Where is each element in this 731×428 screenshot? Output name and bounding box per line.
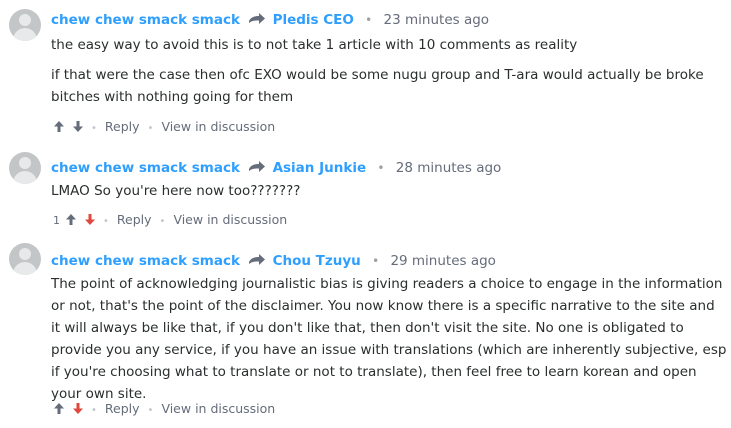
- upvote-arrow-icon[interactable]: [53, 120, 65, 133]
- separator-dot: •: [377, 161, 385, 175]
- comment-paragraph: the easy way to avoid this is to not tak…: [51, 37, 578, 53]
- separator-dot: •: [159, 216, 166, 227]
- downvote-arrow-icon[interactable]: [72, 402, 84, 415]
- author-link[interactable]: chew chew smack smack: [51, 253, 240, 269]
- view-in-discussion-link[interactable]: View in discussion: [173, 212, 287, 227]
- default-avatar-icon[interactable]: [9, 243, 41, 275]
- separator-dot: •: [91, 123, 97, 134]
- separator-dot: •: [91, 405, 97, 416]
- comment: chew chew smack smack Chou Tzuyu • 29 mi…: [0, 235, 731, 428]
- author-link[interactable]: chew chew smack smack: [51, 160, 240, 176]
- upvote-arrow-icon[interactable]: [53, 402, 65, 415]
- comment-body: the easy way to avoid this is to not tak…: [51, 34, 727, 116]
- upvote-arrow-icon[interactable]: [65, 213, 77, 226]
- reply-button[interactable]: Reply: [105, 119, 140, 134]
- comment: chew chew smack smack Pledis CEO • 23 mi…: [0, 0, 731, 145]
- comment: chew chew smack smack Asian Junkie • 28 …: [0, 145, 731, 235]
- comment-paragraph: LMAO So you're here now too???????: [51, 183, 301, 199]
- comment-actions: 1 • Reply • View in discussion: [53, 212, 295, 228]
- vote-count: 1: [53, 214, 60, 227]
- separator-dot: •: [372, 254, 380, 268]
- reply-button[interactable]: Reply: [117, 212, 152, 227]
- reply-to-link[interactable]: Chou Tzuyu: [273, 253, 361, 269]
- comment-actions: • Reply • View in discussion: [53, 119, 283, 135]
- comment-header: chew chew smack smack Asian Junkie • 28 …: [51, 159, 501, 177]
- timestamp-link[interactable]: 29 minutes ago: [390, 253, 496, 269]
- separator-dot: •: [147, 123, 154, 134]
- separator-dot: •: [103, 216, 109, 227]
- reply-to-link[interactable]: Pledis CEO: [273, 12, 354, 28]
- author-link[interactable]: chew chew smack smack: [51, 12, 240, 28]
- reply-arrow-icon: [249, 161, 266, 172]
- downvote-arrow-icon[interactable]: [84, 213, 96, 226]
- comment-body: The point of acknowledging journalistic …: [51, 273, 727, 413]
- reply-arrow-icon: [249, 254, 266, 265]
- comment-header: chew chew smack smack Pledis CEO • 23 mi…: [51, 11, 489, 29]
- default-avatar-icon[interactable]: [9, 9, 41, 41]
- reply-to-link[interactable]: Asian Junkie: [273, 160, 367, 176]
- default-avatar-icon[interactable]: [9, 152, 41, 184]
- reply-arrow-icon: [249, 13, 266, 24]
- comment-paragraph: if that were the case then ofc EXO would…: [51, 67, 704, 105]
- view-in-discussion-link[interactable]: View in discussion: [161, 119, 275, 134]
- separator-dot: •: [365, 13, 373, 27]
- view-in-discussion-link[interactable]: View in discussion: [161, 401, 275, 416]
- timestamp-link[interactable]: 23 minutes ago: [384, 12, 490, 28]
- comment-actions: • Reply • View in discussion: [53, 401, 283, 417]
- separator-dot: •: [147, 405, 154, 416]
- downvote-arrow-icon[interactable]: [72, 120, 84, 133]
- timestamp-link[interactable]: 28 minutes ago: [396, 160, 502, 176]
- comment-paragraph: The point of acknowledging journalistic …: [51, 276, 727, 402]
- comment-body: LMAO So you're here now too???????: [51, 180, 727, 210]
- reply-button[interactable]: Reply: [105, 401, 140, 416]
- comment-header: chew chew smack smack Chou Tzuyu • 29 mi…: [51, 252, 496, 270]
